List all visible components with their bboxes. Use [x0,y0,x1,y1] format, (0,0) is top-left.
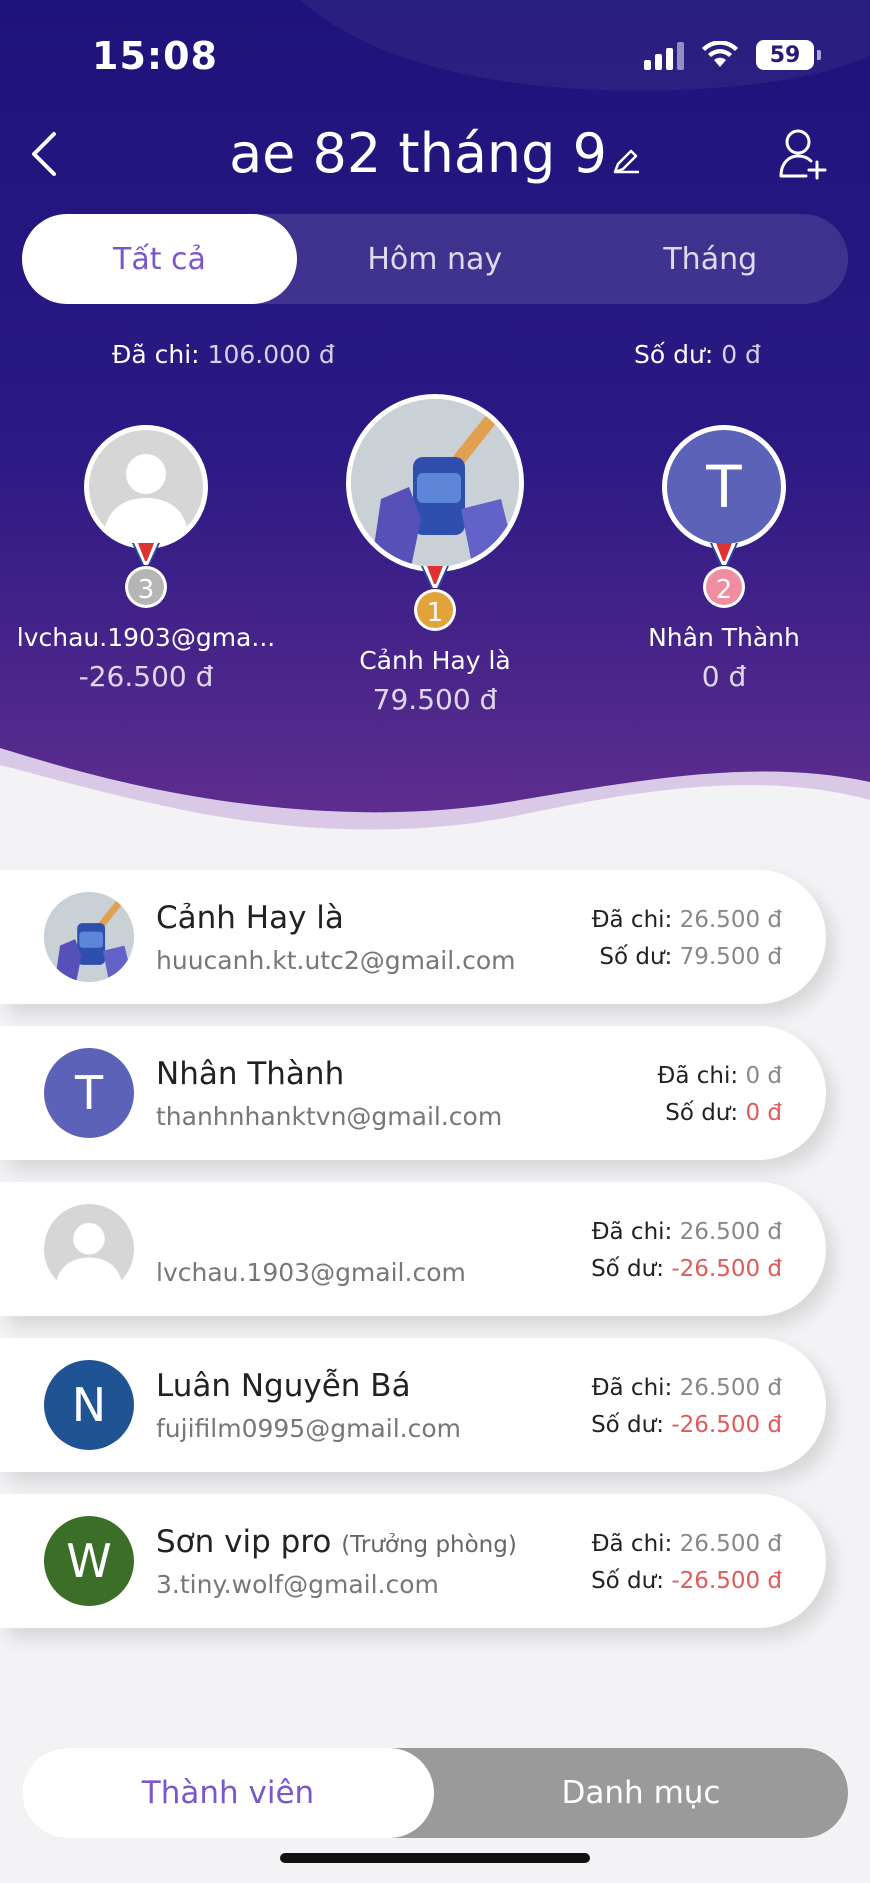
balance-value: -26.500 đ [671,1256,782,1282]
podium-balance: 79.500 đ [372,683,498,716]
medal-rank: 1 [426,598,444,628]
member-email: 3.tiny.wolf@gmail.com [156,1570,439,1599]
member-name: Nhân Thành [156,1056,345,1092]
period-tabs: Tất cả Hôm nay Tháng [22,214,848,304]
member-row[interactable]: lvchau.1903@gmail.com Đã chi: 26.500 đ S… [0,1182,826,1316]
podium-name: Cảnh Hay là [359,646,511,675]
edit-pencil-icon[interactable] [611,126,641,189]
podium-balance: 0 đ [701,660,747,693]
member-stats: Đã chi: 26.500 đ Số dư: 79.500 đ [592,902,782,976]
member-email: thanhnhanktvn@gmail.com [156,1102,503,1131]
total-spent-value: 106.000 đ [207,340,335,369]
member-email: fujifilm0995@gmail.com [156,1414,461,1443]
member-row[interactable]: N Luân Nguyễn Bá fujifilm0995@gmail.com … [0,1338,826,1472]
member-email: huucanh.kt.utc2@gmail.com [156,946,516,975]
member-name: Sơn vip pro (Trưởng phòng) [156,1524,517,1560]
balance-value: 0 đ [745,1100,782,1126]
spent-label: Đã chi: [591,1375,673,1401]
podium-balance: -26.500 đ [78,660,214,693]
avatar: T [662,425,786,549]
medal-rank: 2 [715,575,733,605]
avatar: T [44,1048,134,1138]
podium-rank-3[interactable]: 3 lvchau.1903@gma... -26.500 đ [14,425,278,693]
balance-label: Số dư: [591,1412,664,1438]
avatar: N [44,1360,134,1450]
add-user-icon [779,129,827,180]
cellular-signal-icon [644,40,684,70]
status-time: 15:08 [92,34,218,78]
spent-value: 26.500 đ [679,907,782,933]
spent-value: 0 đ [745,1063,782,1089]
avatar [84,425,208,549]
wifi-icon [702,41,738,67]
total-spent: Đã chi: 106.000 đ [112,340,335,369]
home-indicator[interactable] [280,1853,590,1863]
battery-icon: 59 [756,40,821,70]
member-name: Cảnh Hay là [156,900,344,936]
podium-name: Nhân Thành [648,623,800,652]
spent-value: 26.500 đ [679,1531,782,1557]
default-user-icon [103,454,189,544]
balance-value: 79.500 đ [679,944,782,970]
default-user-icon [55,1222,123,1294]
add-member-button[interactable] [778,126,828,182]
total-balance-label: Số dư: [634,340,714,369]
medal-rank: 3 [137,575,155,605]
member-stats: Đã chi: 26.500 đ Số dư: -26.500 đ [591,1370,782,1444]
spent-value: 26.500 đ [679,1219,782,1245]
user-photo [44,892,134,982]
avatar [346,394,524,572]
spent-label: Đã chi: [591,907,673,933]
member-row[interactable]: T Nhân Thành thanhnhanktvn@gmail.com Đã … [0,1026,826,1160]
balance-label: Số dư: [599,944,673,970]
total-balance-value: 0 đ [721,340,761,369]
member-email: lvchau.1903@gmail.com [156,1258,466,1287]
balance-value: -26.500 đ [671,1412,782,1438]
balance-label: Số dư: [591,1256,664,1282]
member-stats: Đã chi: 26.500 đ Số dư: -26.500 đ [591,1526,782,1600]
tab-categories[interactable]: Danh mục [434,1748,848,1838]
spent-value: 26.500 đ [679,1375,782,1401]
podium-rank-2[interactable]: T 2 Nhân Thành 0 đ [614,425,834,693]
total-spent-label: Đã chi: [112,340,200,369]
view-switch: Thành viên Danh mục [22,1748,848,1838]
tab-all[interactable]: Tất cả [22,214,297,304]
balance-value: -26.500 đ [671,1568,782,1594]
avatar: W [44,1516,134,1606]
member-role: (Trưởng phòng) [341,1532,517,1558]
avatar-letter: T [74,1066,104,1120]
avatar [44,1204,134,1294]
total-balance: Số dư: 0 đ [634,340,761,369]
avatar-letter: N [71,1378,107,1432]
balance-label: Số dư: [665,1100,739,1126]
member-stats: Đã chi: 0 đ Số dư: 0 đ [658,1058,782,1132]
tab-month[interactable]: Tháng [573,214,849,304]
member-row[interactable]: W Sơn vip pro (Trưởng phòng) 3.tiny.wolf… [0,1494,826,1628]
podium-rank-1[interactable]: 1 Cảnh Hay là 79.500 đ [300,394,570,716]
podium-name: lvchau.1903@gma... [16,623,276,652]
spent-label: Đã chi: [657,1063,739,1089]
tab-today[interactable]: Hôm nay [297,214,573,304]
page-title[interactable]: ae 82 tháng 9 [0,122,870,189]
avatar [44,892,134,982]
status-icons: 59 [644,40,821,70]
group-name: ae 82 tháng 9 [229,122,607,185]
balance-label: Số dư: [591,1568,664,1594]
member-stats: Đã chi: 26.500 đ Số dư: -26.500 đ [591,1214,782,1288]
member-name: Luân Nguyễn Bá [156,1368,411,1404]
spent-label: Đã chi: [591,1531,673,1557]
spent-label: Đã chi: [591,1219,673,1245]
member-row[interactable]: Cảnh Hay là huucanh.kt.utc2@gmail.com Đã… [0,870,826,1004]
tab-members[interactable]: Thành viên [22,1748,434,1838]
avatar-letter: T [706,453,742,521]
user-photo [351,399,519,567]
avatar-letter: W [66,1534,112,1588]
